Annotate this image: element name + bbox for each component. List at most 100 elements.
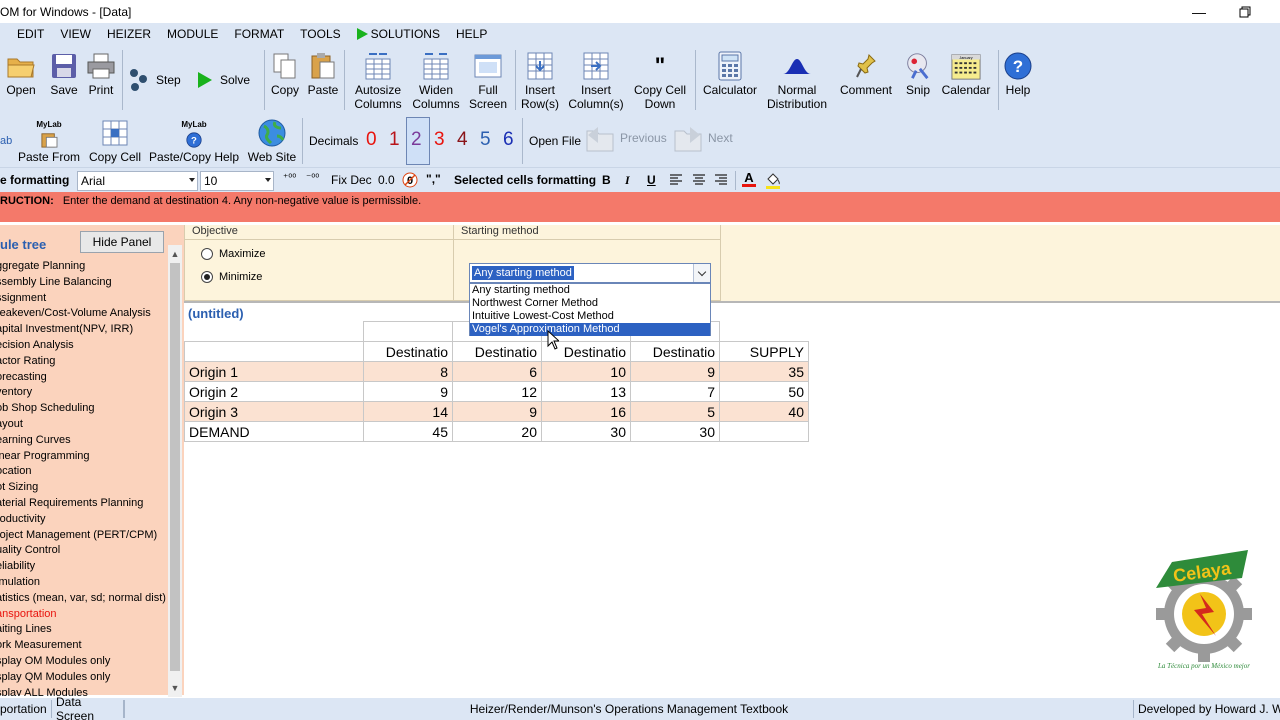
- table-cell[interactable]: 7: [630, 381, 720, 402]
- starting-method-option[interactable]: Northwest Corner Method: [470, 297, 710, 310]
- module-tree-item[interactable]: atistics (mean, var, sd; normal dist): [0, 590, 168, 606]
- module-tree-item[interactable]: ansportation: [0, 606, 168, 622]
- menu-help[interactable]: HELP: [448, 27, 495, 41]
- scroll-up-icon[interactable]: ▲: [168, 247, 182, 261]
- decimals-0-button[interactable]: 0: [366, 129, 377, 151]
- previous-button[interactable]: Previous: [584, 123, 667, 153]
- module-tree-item[interactable]: uality Control: [0, 542, 168, 558]
- scroll-down-icon[interactable]: ▼: [168, 681, 182, 695]
- table-cell[interactable]: 9: [363, 381, 453, 402]
- print-button[interactable]: Print: [84, 45, 118, 115]
- module-tree-item[interactable]: ssembly Line Balancing: [0, 274, 168, 290]
- decimals-3-button[interactable]: 3: [434, 129, 445, 151]
- snip-button[interactable]: Snip: [900, 45, 936, 115]
- decimals-2-button[interactable]: 2: [411, 129, 422, 151]
- row-label-cell[interactable]: Origin 2: [184, 381, 364, 402]
- menu-format[interactable]: FORMAT: [226, 27, 292, 41]
- column-header[interactable]: Destinatio: [452, 341, 542, 362]
- table-cell[interactable]: 9: [630, 361, 720, 382]
- module-tree-item[interactable]: ecision Analysis: [0, 337, 168, 353]
- minimize-window-button[interactable]: —: [1176, 0, 1222, 23]
- paste-from-button[interactable]: MyLab Paste From: [18, 115, 80, 167]
- table-cell[interactable]: 5: [630, 401, 720, 422]
- decimals-4-button[interactable]: 4: [457, 129, 468, 151]
- copy-cell-button[interactable]: Copy Cell: [86, 115, 144, 167]
- widen-columns-button[interactable]: Widen Columns: [410, 45, 462, 115]
- module-tree-item[interactable]: aiting Lines: [0, 621, 168, 637]
- zero-slash-icon[interactable]: 0: [402, 172, 418, 188]
- copy-cell-down-button[interactable]: " Copy Cell Down: [630, 45, 690, 115]
- table-cell[interactable]: 50: [719, 381, 809, 402]
- table-cell[interactable]: 13: [541, 381, 631, 402]
- menu-solutions[interactable]: SOLUTIONS: [349, 27, 448, 41]
- table-cell[interactable]: 20: [452, 421, 542, 442]
- module-tree-item[interactable]: actor Rating: [0, 353, 168, 369]
- paste-copy-help-button[interactable]: MyLab ? Paste/Copy Help: [148, 115, 240, 167]
- decimals-5-button[interactable]: 5: [480, 129, 491, 151]
- column-header[interactable]: Destinatio: [363, 341, 453, 362]
- module-tree-item[interactable]: ocation: [0, 463, 168, 479]
- module-list-scrollbar[interactable]: ▲ ▼: [168, 245, 182, 697]
- calculator-button[interactable]: Calculator: [700, 45, 760, 115]
- align-center-icon[interactable]: [692, 174, 706, 186]
- maximize-radio[interactable]: Maximize: [201, 248, 265, 260]
- fix-dec-button[interactable]: Fix Dec: [331, 173, 372, 187]
- table-cell[interactable]: 35: [719, 361, 809, 382]
- scrollbar-thumb[interactable]: [170, 263, 180, 671]
- module-tree-item[interactable]: splay OM Modules only: [0, 653, 168, 669]
- align-left-icon[interactable]: [669, 174, 683, 186]
- module-tree-item[interactable]: ggregate Planning: [0, 258, 168, 274]
- table-cell[interactable]: [184, 321, 364, 342]
- starting-method-dropdown[interactable]: Any starting method: [469, 263, 711, 283]
- starting-method-option[interactable]: Intuitive Lowest-Cost Method: [470, 310, 710, 323]
- decrease-decimal-icon[interactable]: ⁻⁰⁰: [306, 173, 319, 184]
- table-cell[interactable]: 40: [719, 401, 809, 422]
- font-size-select[interactable]: 10: [200, 171, 274, 191]
- increase-decimal-icon[interactable]: ⁺⁰⁰: [283, 173, 296, 184]
- module-tree-item[interactable]: ot Sizing: [0, 479, 168, 495]
- table-cell[interactable]: 45: [363, 421, 453, 442]
- column-header[interactable]: SUPPLY: [719, 341, 809, 362]
- module-tree-item[interactable]: earning Curves: [0, 432, 168, 448]
- module-tree-item[interactable]: inear Programming: [0, 448, 168, 464]
- comment-button[interactable]: Comment: [836, 45, 896, 115]
- starting-method-option[interactable]: Any starting method: [470, 284, 710, 297]
- table-cell[interactable]: [719, 421, 809, 442]
- module-tree-item[interactable]: ork Measurement: [0, 637, 168, 653]
- table-cell[interactable]: [719, 321, 809, 342]
- step-button[interactable]: Step: [128, 45, 190, 115]
- table-cell[interactable]: 12: [452, 381, 542, 402]
- table-cell[interactable]: 10: [541, 361, 631, 382]
- font-color-button[interactable]: A: [742, 170, 756, 190]
- open-button[interactable]: Open: [0, 45, 42, 115]
- module-tree-item[interactable]: splay QM Modules only: [0, 669, 168, 685]
- module-tree-item[interactable]: ob Shop Scheduling: [0, 400, 168, 416]
- table-cell[interactable]: 9: [452, 401, 542, 422]
- module-tree-item[interactable]: imulation: [0, 574, 168, 590]
- hide-panel-button[interactable]: Hide Panel: [80, 231, 164, 253]
- align-right-icon[interactable]: [714, 174, 728, 186]
- module-tree-item[interactable]: orecasting: [0, 369, 168, 385]
- thousands-separator-button[interactable]: ",": [426, 172, 441, 186]
- insert-rows-button[interactable]: Insert Row(s): [518, 45, 562, 115]
- fix-dec-value[interactable]: 0.0: [378, 173, 395, 187]
- table-cell[interactable]: 8: [363, 361, 453, 382]
- table-cell[interactable]: 6: [452, 361, 542, 382]
- italic-button[interactable]: I: [625, 173, 630, 188]
- copy-button[interactable]: Copy: [268, 45, 302, 115]
- next-button[interactable]: Next: [672, 123, 733, 153]
- module-tree-item[interactable]: ssignment: [0, 290, 168, 306]
- column-header[interactable]: Destinatio: [630, 341, 720, 362]
- save-button[interactable]: Save: [46, 45, 82, 115]
- menu-view[interactable]: VIEW: [52, 27, 99, 41]
- module-tree-item[interactable]: apital Investment(NPV, IRR): [0, 321, 168, 337]
- fill-color-icon[interactable]: [764, 171, 782, 189]
- module-tree-item[interactable]: ayout: [0, 416, 168, 432]
- minimize-radio[interactable]: Minimize: [201, 271, 262, 283]
- menu-tools[interactable]: TOOLS: [292, 27, 348, 41]
- row-label-cell[interactable]: DEMAND: [184, 421, 364, 442]
- menu-module[interactable]: MODULE: [159, 27, 226, 41]
- underline-button[interactable]: U: [647, 173, 656, 187]
- open-file-button[interactable]: Open File: [529, 134, 581, 148]
- row-label-cell[interactable]: Origin 1: [184, 361, 364, 382]
